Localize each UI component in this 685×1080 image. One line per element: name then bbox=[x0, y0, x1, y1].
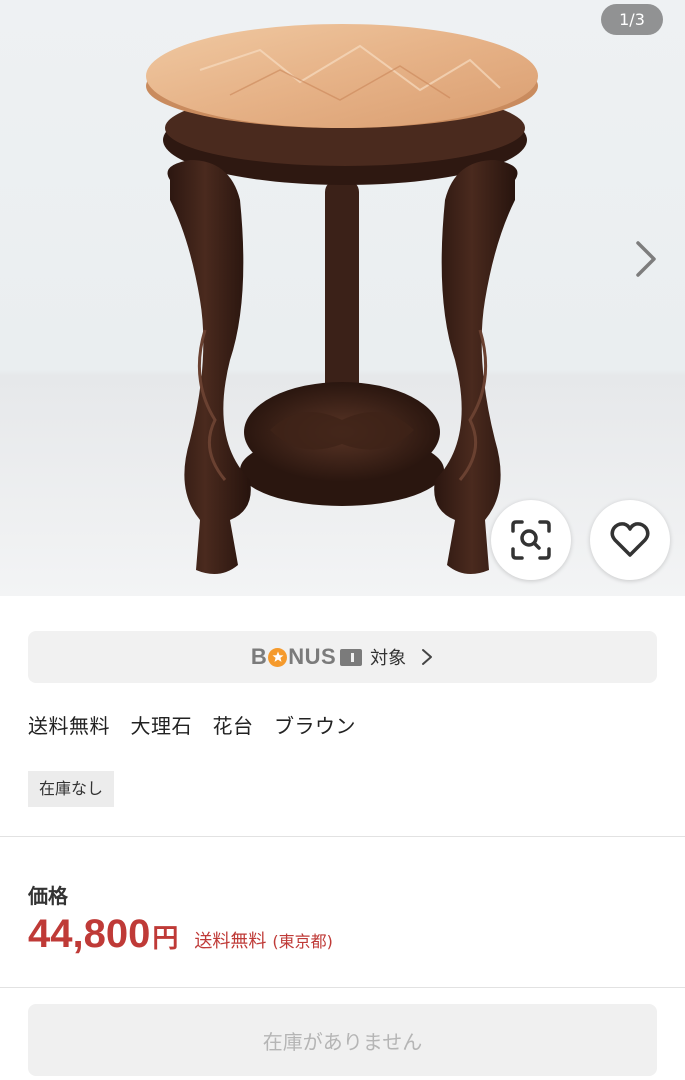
heart-icon bbox=[610, 522, 650, 557]
divider bbox=[0, 987, 685, 988]
divider bbox=[0, 836, 685, 837]
product-page: 1/3 B NUS 対象 送料無料 大理石 花台 ブラウン 在庫なし 価格 44… bbox=[0, 0, 685, 1080]
next-image-button[interactable] bbox=[629, 234, 663, 284]
price-row: 44,800 円 送料無料 (東京都) bbox=[28, 912, 333, 957]
price-unit: 円 bbox=[152, 924, 179, 954]
shipping-label: 送料無料 bbox=[194, 931, 267, 952]
price-value: 44,800 bbox=[28, 912, 151, 956]
image-counter: 1/3 bbox=[601, 4, 663, 35]
favorite-button[interactable] bbox=[590, 500, 670, 580]
chevron-right-icon bbox=[636, 241, 656, 277]
star-icon bbox=[268, 647, 288, 667]
product-title: 送料無料 大理石 花台 ブラウン bbox=[28, 714, 356, 738]
product-photo bbox=[146, 24, 538, 574]
bonus-logo-text-end: NUS bbox=[288, 644, 337, 669]
image-search-button[interactable] bbox=[491, 500, 571, 580]
shipping-location: (東京都) bbox=[272, 932, 333, 951]
product-image-gallery[interactable]: 1/3 bbox=[0, 0, 685, 596]
bonus-banner[interactable]: B NUS 対象 bbox=[28, 631, 657, 683]
bonus-target-label: 対象 bbox=[370, 648, 407, 669]
bonus-logo: B NUS bbox=[250, 644, 363, 670]
stock-status-badge: 在庫なし bbox=[28, 771, 115, 807]
out-of-stock-button: 在庫がありません bbox=[28, 1004, 657, 1076]
chevron-right-icon bbox=[422, 649, 433, 665]
bonus-logo-text-start: B bbox=[250, 644, 268, 669]
image-search-icon bbox=[511, 520, 551, 560]
card-icon bbox=[340, 648, 363, 666]
price-label: 価格 bbox=[28, 884, 68, 908]
